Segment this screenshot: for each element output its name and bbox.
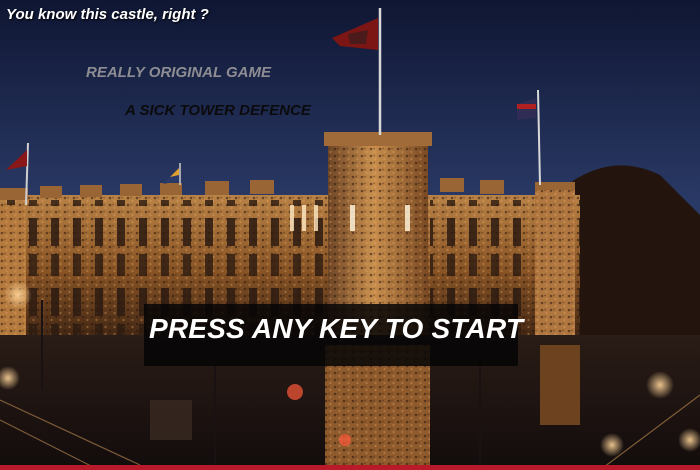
tagline-original-game: REALLY ORIGINAL GAME (86, 64, 272, 81)
press-any-key-prompt[interactable]: PRESS ANY KEY TO START (149, 313, 523, 345)
title-screen[interactable]: You know this castle, right ? REALLY ORI… (0, 0, 700, 470)
bottom-accent-bar (0, 465, 700, 470)
intro-question-text: You know this castle, right ? (6, 6, 209, 23)
tagline-tower-defence: A SICK TOWER DEFENCE (125, 102, 311, 119)
